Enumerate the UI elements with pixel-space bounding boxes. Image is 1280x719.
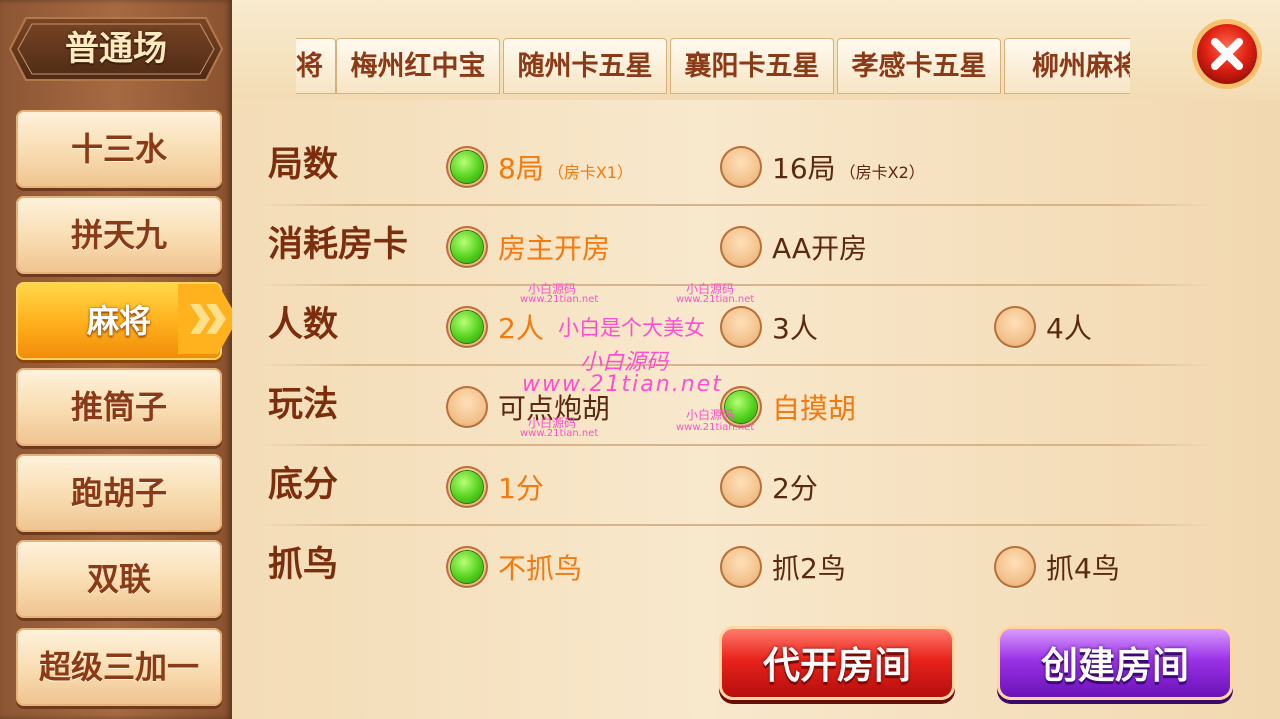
tab-meizhou-hongzhongbao[interactable]: 梅州红中宝 [336,38,500,94]
option-owner-pays[interactable]: 房主开房 [446,224,646,274]
row-label-play-style: 玩法 [268,385,339,425]
option-1-point[interactable]: 1分 [446,464,566,514]
option-label: 2分 [772,472,818,505]
close-icon[interactable] [1190,17,1264,91]
radio-checked-icon [446,466,488,508]
sidebar-item-super-three-plus-one[interactable]: 超级三加一 [16,628,222,706]
option-catch-4-birds[interactable]: 抓4鸟 [994,544,1154,594]
tab-xiangyang-kawuxing[interactable]: 襄阳卡五星 [670,38,834,94]
radio-checked-icon [446,306,488,348]
radio-unchecked-icon [446,386,488,428]
option-label: 自摸胡 [772,392,857,425]
sidebar-item-paohuzi[interactable]: 跑胡子 [16,454,222,532]
radio-checked-icon [446,226,488,268]
radio-unchecked-icon [720,306,762,348]
mode-header: 普通场 [8,14,224,84]
mode-title: 普通场 [65,29,167,69]
option-label: 2人 [498,312,544,345]
sidebar-item-tianjiu[interactable]: 拼天九 [16,196,222,274]
option-label: 8局 [498,152,544,185]
tab-truncated[interactable]: 将 [296,38,336,94]
sidebar-item-tuitongzi[interactable]: 推筒子 [16,368,222,446]
active-arrow-icon [178,284,238,354]
row-label-base-score: 底分 [268,465,339,505]
option-16-rounds[interactable]: 16局 （房卡X2） [720,144,960,194]
radio-unchecked-icon [994,306,1036,348]
option-discard-win[interactable]: 可点炮胡 [446,384,646,434]
option-label: 抓4鸟 [1046,552,1120,585]
option-label: 不抓鸟 [498,552,583,585]
sidebar-item-thirteen-water[interactable]: 十三水 [16,110,222,188]
tab-xiaogan-kawuxing[interactable]: 孝感卡五星 [837,38,1001,94]
option-sublabel: （房卡X1） [547,163,633,182]
option-label: 16局 [772,152,836,185]
option-aa-pays[interactable]: AA开房 [720,224,920,274]
option-label: 1分 [498,472,544,505]
radio-unchecked-icon [994,546,1036,588]
row-divider [262,204,1210,206]
tab-liuzhou-mahjong[interactable]: 柳州麻将 [1004,38,1130,94]
create-room-button[interactable]: 创建房间 [997,626,1233,700]
option-catch-2-birds[interactable]: 抓2鸟 [720,544,880,594]
mahjong-variant-tabs: 将 梅州红中宝 随州卡五星 襄阳卡五星 孝感卡五星 柳州麻将 [296,38,1130,96]
row-label-rounds: 局数 [268,145,339,185]
row-divider [262,444,1210,446]
row-divider [262,364,1210,366]
option-label: 抓2鸟 [772,552,846,585]
option-2-points[interactable]: 2分 [720,464,840,514]
radio-checked-icon [446,146,488,188]
option-label: AA开房 [772,232,868,265]
radio-unchecked-icon [720,146,762,188]
sidebar-item-shuanglian[interactable]: 双联 [16,540,222,618]
option-3-players[interactable]: 3人 [720,304,840,354]
option-label: 4人 [1046,312,1092,345]
option-sublabel: （房卡X2） [839,163,925,182]
radio-unchecked-icon [720,226,762,268]
game-sidebar: 普通场 十三水 拼天九 麻将 推筒子 跑胡子 双联 超级三加一 [0,0,232,719]
row-label-room-card: 消耗房卡 [268,225,409,265]
option-label: 可点炮胡 [498,392,611,425]
option-no-bird[interactable]: 不抓鸟 [446,544,606,594]
row-divider [262,284,1210,286]
option-self-draw-win[interactable]: 自摸胡 [720,384,920,434]
option-label: 3人 [772,312,818,345]
tab-suizhou-kawuxing[interactable]: 随州卡五星 [503,38,667,94]
row-label-catch-bird: 抓鸟 [268,545,339,585]
option-label: 房主开房 [498,232,611,265]
radio-checked-icon [720,386,762,428]
proxy-open-room-button[interactable]: 代开房间 [719,626,955,700]
option-8-rounds[interactable]: 8局 （房卡X1） [446,144,676,194]
option-4-players[interactable]: 4人 [994,304,1114,354]
radio-unchecked-icon [720,466,762,508]
row-divider [262,524,1210,526]
radio-checked-icon [446,546,488,588]
option-2-players[interactable]: 2人 [446,304,566,354]
radio-unchecked-icon [720,546,762,588]
row-label-players: 人数 [268,305,339,345]
